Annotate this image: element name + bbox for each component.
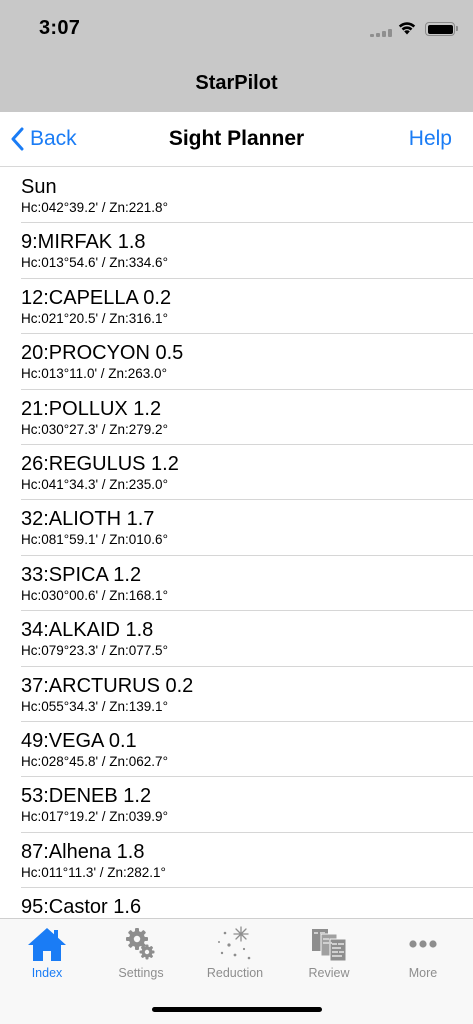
list-item-title: 33:SPICA 1.2 <box>21 563 142 586</box>
back-button[interactable]: Back <box>10 124 77 154</box>
home-indicator[interactable] <box>152 1007 322 1012</box>
list-item-title: 21:POLLUX 1.2 <box>21 397 162 420</box>
home-icon <box>28 928 66 961</box>
list-item-subtitle: Hc:030°27.3' / Zn:279.2° <box>21 421 168 437</box>
list-item-title: 49:VEGA 0.1 <box>21 729 137 752</box>
list-item[interactable]: 53:DENEB 1.2 Hc:017°19.2' / Zn:039.9° <box>0 777 473 834</box>
list-item-subtitle: Hc:079°23.3' / Zn:077.5° <box>21 643 168 659</box>
list-item-subtitle: Hc:017°19.2' / Zn:039.9° <box>21 809 168 825</box>
list-item-subtitle: Hc:013°11.0' / Zn:263.0° <box>21 366 167 382</box>
list-item[interactable]: 95:Castor 1.6 <box>0 888 473 918</box>
list-item[interactable]: 9:MIRFAK 1.8 Hc:013°54.6' / Zn:334.6° <box>0 223 473 280</box>
list-item-subtitle: Hc:030°00.6' / Zn:168.1° <box>21 587 168 603</box>
tab-index[interactable]: Index <box>0 925 94 985</box>
list-item[interactable]: 37:ARCTURUS 0.2 Hc:055°34.3' / Zn:139.1° <box>0 667 473 723</box>
list-item-subtitle: Hc:028°45.8' / Zn:062.7° <box>21 753 168 769</box>
app-title: StarPilot <box>195 72 278 94</box>
list-item-subtitle: Hc:021°20.5' / Zn:316.1° <box>21 310 168 326</box>
more-icon <box>409 940 437 948</box>
tab-review-label: Review <box>308 966 350 980</box>
list-item[interactable]: 21:POLLUX 1.2 Hc:030°27.3' / Zn:279.2° <box>0 390 473 446</box>
list-item-title: 53:DENEB 1.2 <box>21 785 152 808</box>
list-item-subtitle: Hc:041°34.3' / Zn:235.0° <box>21 476 168 492</box>
list-item-title: 37:ARCTURUS 0.2 <box>21 674 194 697</box>
wifi-icon <box>398 22 416 35</box>
tab-reduction[interactable]: Reduction <box>188 925 282 985</box>
tab-more[interactable]: More <box>376 925 470 985</box>
sparkle-icon <box>218 926 251 960</box>
help-button[interactable]: Help <box>409 127 452 151</box>
list-item-title: Sun <box>21 176 57 198</box>
tab-index-label: Index <box>31 966 63 980</box>
list-item-title: 26:REGULUS 1.2 <box>21 452 179 475</box>
sight-list[interactable]: Sun Hc:042°39.2' / Zn:221.8° 9:MIRFAK 1.… <box>0 168 473 918</box>
list-item[interactable]: 87:Alhena 1.8 Hc:011°11.3' / Zn:282.1° <box>0 833 473 889</box>
list-item-subtitle: Hc:042°39.2' / Zn:221.8° <box>21 200 168 215</box>
status-time: 3:07 <box>39 17 81 39</box>
list-item-title: 9:MIRFAK 1.8 <box>21 231 146 254</box>
list-item-title: 34:ALKAID 1.8 <box>21 619 154 642</box>
review-icon <box>312 929 347 962</box>
chevron-left-icon <box>11 127 24 151</box>
list-item[interactable]: Sun Hc:042°39.2' / Zn:221.8° <box>0 168 473 224</box>
tab-more-label: More <box>408 966 438 980</box>
list-item-subtitle: Hc:013°54.6' / Zn:334.6° <box>21 255 168 271</box>
list-item-subtitle: Hc:081°59.1' / Zn:010.6° <box>21 532 168 548</box>
cellular-signal-icon <box>370 29 392 37</box>
status-bar: 3:07 <box>0 0 473 58</box>
list-item-title: 32:ALIOTH 1.7 <box>21 508 155 531</box>
list-item[interactable]: 49:VEGA 0.1 Hc:028°45.8' / Zn:062.7° <box>0 722 473 778</box>
list-item-title: 20:PROCYON 0.5 <box>21 342 184 365</box>
status-header-area: 3:07 StarPilot <box>0 0 473 112</box>
list-item[interactable]: 34:ALKAID 1.8 Hc:079°23.3' / Zn:077.5° <box>0 611 473 667</box>
navigation-bar: Back Sight Planner Help <box>0 112 473 167</box>
back-button-label: Back <box>30 127 77 150</box>
list-item[interactable]: 33:SPICA 1.2 Hc:030°00.6' / Zn:168.1° <box>0 556 473 612</box>
gears-icon <box>126 928 155 960</box>
list-item-title: 95:Castor 1.6 <box>21 896 142 918</box>
tab-settings-label: Settings <box>118 966 164 980</box>
tab-settings[interactable]: Settings <box>94 925 188 985</box>
battery-icon <box>425 22 458 36</box>
list-item-subtitle: Hc:011°11.3' / Zn:282.1° <box>21 864 166 880</box>
tab-review[interactable]: Review <box>282 925 376 985</box>
list-item-title: 12:CAPELLA 0.2 <box>21 286 172 309</box>
list-item-subtitle: Hc:055°34.3' / Zn:139.1° <box>21 698 168 714</box>
tab-reduction-label: Reduction <box>206 966 264 980</box>
list-item[interactable]: 32:ALIOTH 1.7 Hc:081°59.1' / Zn:010.6° <box>0 500 473 557</box>
list-item[interactable]: 20:PROCYON 0.5 Hc:013°11.0' / Zn:263.0° <box>0 334 473 390</box>
list-item[interactable]: 26:REGULUS 1.2 Hc:041°34.3' / Zn:235.0° <box>0 445 473 501</box>
list-item[interactable]: 12:CAPELLA 0.2 Hc:021°20.5' / Zn:316.1° <box>0 279 473 335</box>
list-item-title: 87:Alhena 1.8 <box>21 840 145 863</box>
